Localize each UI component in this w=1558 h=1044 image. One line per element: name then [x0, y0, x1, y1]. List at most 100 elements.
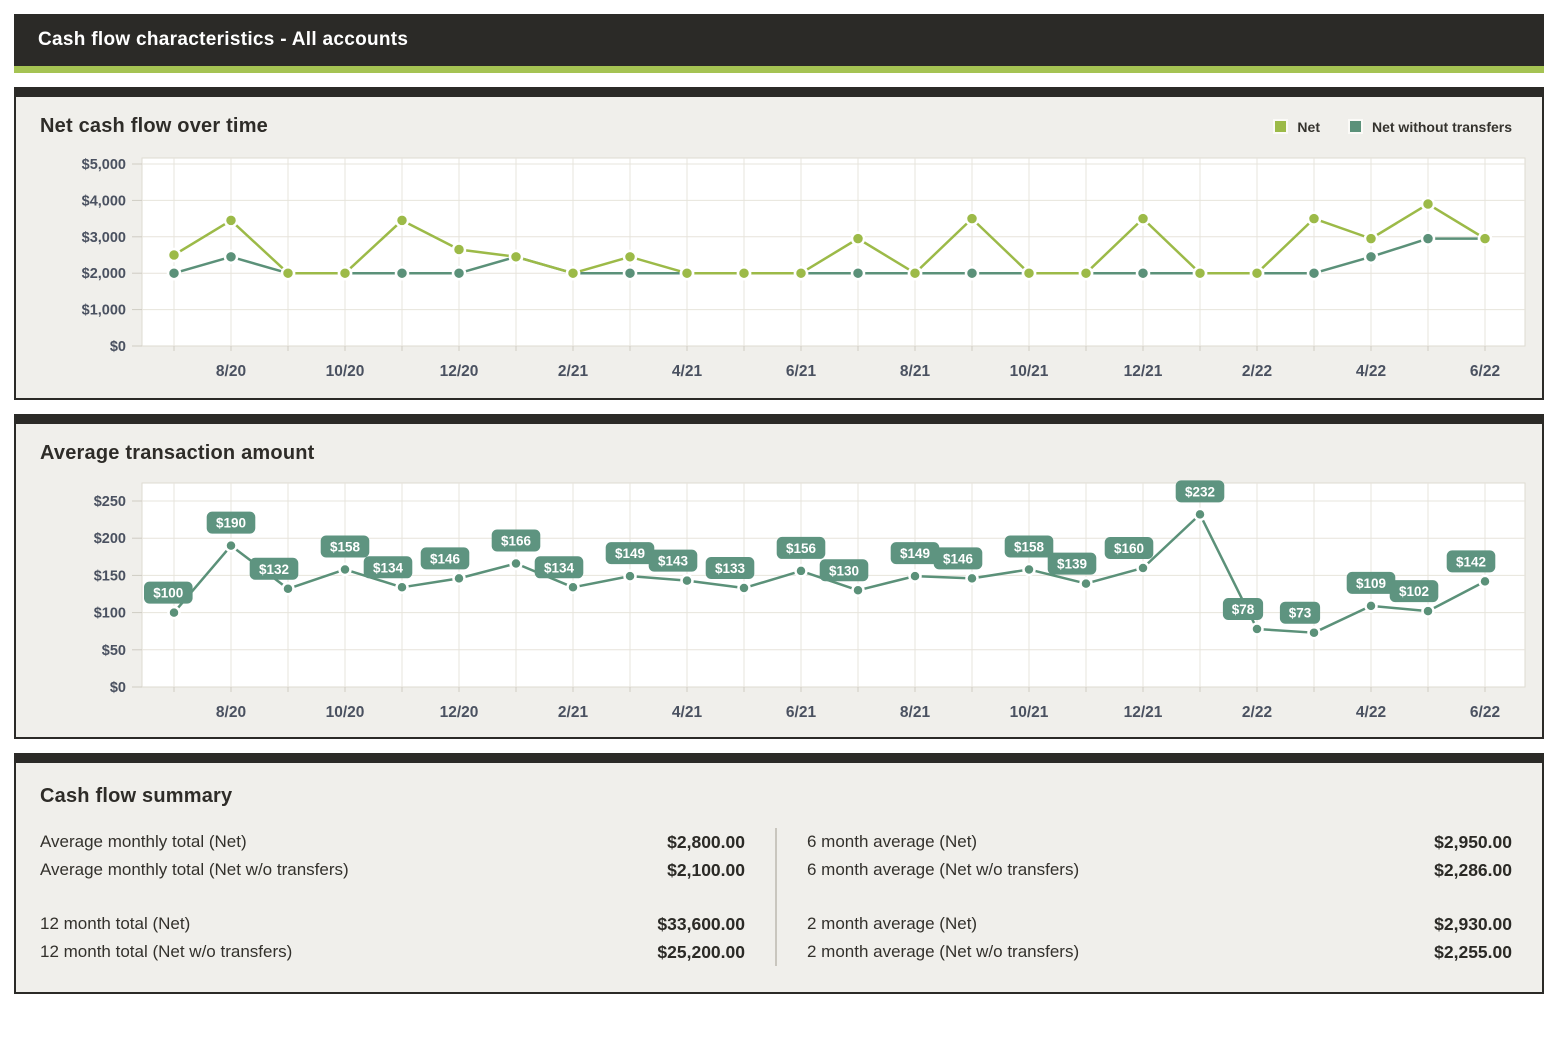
- svg-text:$160: $160: [1114, 541, 1144, 556]
- summary-grid: Average monthly total (Net) $2,800.00 Av…: [40, 828, 1512, 966]
- svg-text:$130: $130: [829, 563, 859, 578]
- svg-text:$134: $134: [373, 560, 404, 575]
- summary-row: 6 month average (Net) $2,950.00: [807, 828, 1512, 856]
- svg-text:12/21: 12/21: [1124, 363, 1163, 380]
- summary-row-value: $2,950.00: [1434, 828, 1512, 856]
- svg-text:12/20: 12/20: [440, 363, 479, 380]
- svg-text:$166: $166: [501, 533, 532, 548]
- svg-text:$0: $0: [110, 339, 126, 355]
- svg-text:$142: $142: [1456, 554, 1486, 569]
- net-cash-flow-title: Net cash flow over time: [40, 115, 268, 138]
- legend-item-net-without-transfers: Net without transfers: [1348, 119, 1512, 135]
- svg-text:$1,000: $1,000: [82, 303, 126, 319]
- svg-text:4/21: 4/21: [672, 363, 703, 380]
- svg-text:8/20: 8/20: [216, 363, 246, 380]
- avg-transaction-chart: $0$50$100$150$200$2508/2010/2012/202/214…: [40, 475, 1528, 725]
- svg-text:$158: $158: [1014, 539, 1045, 554]
- svg-text:$133: $133: [715, 561, 746, 576]
- summary-row: Average monthly total (Net) $2,800.00: [40, 828, 745, 856]
- summary-title: Cash flow summary: [40, 785, 1526, 808]
- svg-text:$200: $200: [94, 531, 126, 547]
- svg-text:6/22: 6/22: [1470, 363, 1500, 380]
- net-cash-flow-chart: $0 $1,000 $2,000 $3,000 $4,000 $5,000 8/20 10/2…: [40, 148, 1528, 386]
- summary-row: 2 month average (Net w/o transfers) $2,2…: [807, 938, 1512, 966]
- svg-text:2/21: 2/21: [558, 704, 589, 721]
- svg-text:$100: $100: [94, 606, 126, 622]
- summary-row-value: $2,255.00: [1434, 938, 1512, 966]
- summary-row-label: Average monthly total (Net w/o transfers…: [40, 856, 349, 884]
- svg-text:$50: $50: [102, 643, 126, 659]
- summary-row-label: 12 month total (Net): [40, 910, 190, 938]
- svg-text:12/20: 12/20: [440, 704, 479, 721]
- summary-divider: [775, 828, 777, 966]
- report-title: Cash flow characteristics - All accounts: [38, 29, 408, 51]
- svg-text:$102: $102: [1399, 584, 1429, 599]
- svg-text:$109: $109: [1356, 576, 1386, 591]
- net-swatch-icon: [1273, 119, 1288, 134]
- cash-flow-summary-panel: Cash flow summary Average monthly total …: [14, 753, 1544, 994]
- svg-text:8/21: 8/21: [900, 363, 931, 380]
- summary-row: 2 month average (Net) $2,930.00: [807, 910, 1512, 938]
- svg-text:10/20: 10/20: [326, 704, 365, 721]
- svg-text:$158: $158: [330, 539, 361, 554]
- svg-text:$149: $149: [615, 546, 645, 561]
- summary-row-value: $2,800.00: [667, 828, 745, 856]
- svg-text:$132: $132: [259, 562, 289, 577]
- net-cash-flow-panel: Net cash flow over time Net Net without …: [14, 87, 1544, 400]
- summary-row-value: $2,286.00: [1434, 856, 1512, 884]
- summary-row-value: $2,100.00: [667, 856, 745, 884]
- summary-row-label: Average monthly total (Net): [40, 828, 247, 856]
- svg-text:12/21: 12/21: [1124, 704, 1163, 721]
- svg-text:4/21: 4/21: [672, 704, 703, 721]
- svg-text:$5,000: $5,000: [82, 157, 126, 173]
- legend-net-label: Net: [1297, 119, 1320, 135]
- svg-text:10/21: 10/21: [1010, 363, 1049, 380]
- cash-flow-report: Cash flow characteristics - All accounts…: [0, 14, 1558, 994]
- report-header: Cash flow characteristics - All accounts: [14, 14, 1544, 66]
- avg-transaction-title: Average transaction amount: [40, 442, 1530, 465]
- svg-text:8/20: 8/20: [216, 704, 246, 721]
- svg-text:10/21: 10/21: [1010, 704, 1049, 721]
- svg-text:2/21: 2/21: [558, 363, 589, 380]
- summary-row-label: 6 month average (Net w/o transfers): [807, 856, 1079, 884]
- summary-row-label: 2 month average (Net): [807, 910, 977, 938]
- summary-row-value: $25,200.00: [657, 938, 745, 966]
- summary-row: 12 month total (Net) $33,600.00: [40, 910, 745, 938]
- summary-row: 6 month average (Net w/o transfers) $2,2…: [807, 856, 1512, 884]
- svg-text:$146: $146: [430, 551, 461, 566]
- summary-row-label: 6 month average (Net): [807, 828, 977, 856]
- svg-text:$149: $149: [900, 546, 930, 561]
- svg-text:4/22: 4/22: [1356, 704, 1386, 721]
- svg-text:2/22: 2/22: [1242, 704, 1272, 721]
- svg-text:$139: $139: [1057, 557, 1087, 572]
- summary-right-column: 6 month average (Net) $2,950.00 6 month …: [807, 828, 1512, 966]
- summary-row-label: 12 month total (Net w/o transfers): [40, 938, 292, 966]
- svg-text:$73: $73: [1289, 606, 1312, 621]
- svg-text:6/21: 6/21: [786, 704, 817, 721]
- summary-row-label: 2 month average (Net w/o transfers): [807, 938, 1079, 966]
- svg-text:2/22: 2/22: [1242, 363, 1272, 380]
- svg-text:6/21: 6/21: [786, 363, 817, 380]
- legend-item-net: Net: [1273, 119, 1320, 135]
- svg-text:10/20: 10/20: [326, 363, 365, 380]
- svg-text:$190: $190: [216, 516, 246, 531]
- summary-row-value: $33,600.00: [657, 910, 745, 938]
- avg-transaction-panel: Average transaction amount $0$50$100$150…: [14, 414, 1544, 739]
- svg-text:4/22: 4/22: [1356, 363, 1386, 380]
- svg-text:$4,000: $4,000: [82, 193, 126, 209]
- chart-legend: Net Net without transfers: [1273, 119, 1512, 135]
- svg-text:6/22: 6/22: [1470, 704, 1500, 721]
- svg-text:8/21: 8/21: [900, 704, 931, 721]
- net-without-transfers-swatch-icon: [1348, 119, 1363, 134]
- svg-text:$146: $146: [943, 551, 974, 566]
- svg-text:$250: $250: [94, 494, 126, 510]
- svg-text:$150: $150: [94, 568, 126, 584]
- summary-row-value: $2,930.00: [1434, 910, 1512, 938]
- svg-text:$78: $78: [1232, 602, 1255, 617]
- svg-text:$3,000: $3,000: [82, 230, 126, 246]
- svg-text:$2,000: $2,000: [82, 266, 126, 282]
- svg-text:$100: $100: [153, 586, 183, 601]
- summary-left-column: Average monthly total (Net) $2,800.00 Av…: [40, 828, 745, 966]
- net-cash-flow-panel-head: Net cash flow over time Net Net without …: [40, 115, 1512, 138]
- summary-row: Average monthly total (Net w/o transfers…: [40, 856, 745, 884]
